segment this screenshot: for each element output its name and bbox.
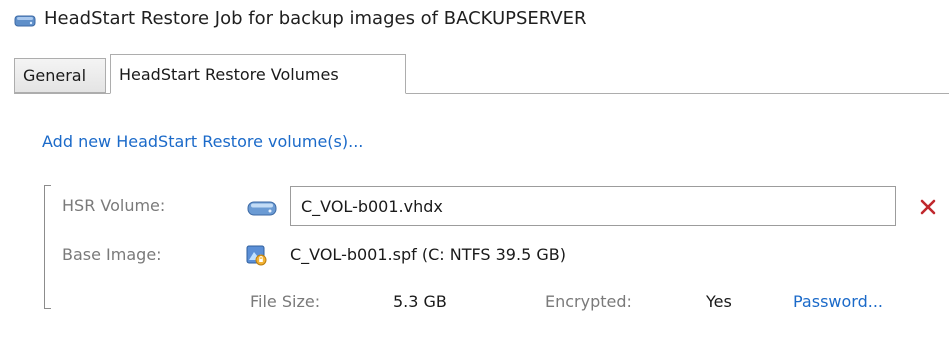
base-image-value: C_VOL-b001.spf (C: NTFS 39.5 GB) [290, 245, 566, 264]
drive-icon [14, 15, 36, 27]
add-volume-link[interactable]: Add new HeadStart Restore volume(s)... [42, 132, 363, 151]
file-size-value: 5.3 GB [393, 292, 447, 311]
drive-icon [247, 201, 277, 216]
encrypted-value: Yes [706, 292, 732, 311]
hsr-volume-field[interactable] [290, 186, 896, 226]
window-title: HeadStart Restore Job for backup images … [44, 8, 587, 29]
volume-group-bracket [44, 185, 51, 309]
password-link[interactable]: Password... [793, 292, 883, 311]
tab-headstart-restore-volumes[interactable]: HeadStart Restore Volumes [110, 54, 406, 94]
base-image-label: Base Image: [62, 245, 162, 264]
hsr-volume-label: HSR Volume: [62, 196, 166, 215]
file-size-label: File Size: [250, 292, 321, 311]
tab-strip: General HeadStart Restore Volumes [14, 54, 949, 94]
close-icon[interactable] [918, 197, 938, 217]
window-title-bar: HeadStart Restore Job for backup images … [0, 0, 949, 44]
tab-general[interactable]: General [14, 58, 106, 93]
encrypted-label: Encrypted: [545, 292, 632, 311]
backup-image-icon [246, 245, 267, 266]
